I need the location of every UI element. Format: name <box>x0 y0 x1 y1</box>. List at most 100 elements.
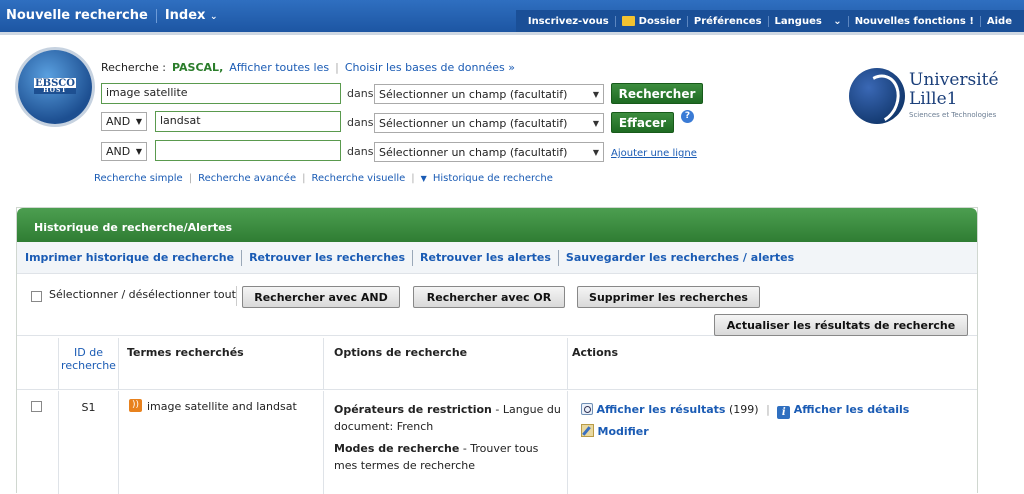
modify-link[interactable]: Modifier <box>598 425 649 438</box>
ebsco-logo[interactable]: EBSCO HOST <box>18 50 92 124</box>
select-all-label: Sélectionner / désélectionner tout <box>49 288 236 301</box>
help-link[interactable]: Aide <box>981 16 1018 27</box>
globe-icon <box>849 68 905 124</box>
history-table-header: ID de recherche Termes recherchés Option… <box>17 338 977 390</box>
search-input-2[interactable]: landsat <box>155 111 341 132</box>
field-select-value: Sélectionner un champ (facultatif) <box>379 145 568 159</box>
row-terms: image satellite and landsat <box>147 400 297 413</box>
row-terms-cell: )) image satellite and landsat <box>118 391 323 494</box>
top-nav-right: Inscrivez-vous Dossier Préférences Langu… <box>515 10 1024 32</box>
refresh-results-button[interactable]: Actualiser les résultats de recherche <box>714 314 968 336</box>
divider <box>236 286 237 306</box>
dans-label: dans <box>347 116 374 129</box>
triangle-down-icon: ▼ <box>420 174 427 183</box>
chevron-down-icon: ⌄ <box>833 15 842 27</box>
modes-label: Modes de recherche <box>334 442 460 455</box>
ebsco-logo-label: EBSCO HOST <box>34 78 76 94</box>
choose-databases-link[interactable]: Choisir les bases de données » <box>345 61 515 74</box>
divider: | <box>335 61 339 74</box>
boolean-operator-select-3[interactable]: AND ▼ <box>101 142 147 161</box>
boolean-operator-select-2[interactable]: AND ▼ <box>101 112 147 131</box>
show-all-link[interactable]: Afficher toutes les <box>229 61 329 74</box>
database-name: PASCAL, <box>171 61 224 74</box>
preferences-link[interactable]: Préférences <box>688 15 769 27</box>
visual-search-link[interactable]: Recherche visuelle <box>311 173 405 184</box>
search-modes: Recherche simple | Recherche avancée | R… <box>94 173 553 184</box>
folder-icon <box>621 16 635 26</box>
top-nav-bar: Nouvelle recherche Index ⌄ Inscrivez-vou… <box>0 0 1024 35</box>
divider: | <box>188 173 193 184</box>
search-with-or-button[interactable]: Rechercher avec OR <box>413 286 565 308</box>
advanced-search-link[interactable]: Recherche avancée <box>198 173 296 184</box>
basic-search-link[interactable]: Recherche simple <box>94 173 183 184</box>
info-icon: i <box>777 406 791 419</box>
search-input-1[interactable]: image satellite <box>101 83 341 104</box>
column-options: Options de recherche <box>323 338 567 389</box>
add-line-link[interactable]: Ajouter une ligne <box>611 148 697 159</box>
actions-line: Afficher les résultats (199) | i Affiche… <box>581 399 977 421</box>
delete-searches-button[interactable]: Supprimer les recherches <box>577 286 760 308</box>
field-select-1[interactable]: Sélectionner un champ (facultatif) ▼ <box>374 84 604 104</box>
search-modes-option: Modes de recherche - Trouver tous mes te… <box>334 440 561 474</box>
row-checkbox[interactable] <box>31 401 42 412</box>
restriction-operators: Opérateurs de restriction - Langue du do… <box>334 401 561 435</box>
field-select-value: Sélectionner un champ (facultatif) <box>379 87 568 101</box>
rss-icon[interactable]: )) <box>129 399 142 412</box>
languages-menu[interactable]: Langues ⌄ <box>769 15 849 27</box>
university-name: Université <box>909 70 999 90</box>
select-all-checkbox[interactable] <box>31 291 42 302</box>
divider <box>412 249 414 266</box>
search-database-line: Recherche : PASCAL, Afficher toutes les … <box>101 61 515 74</box>
signin-link[interactable]: Inscrivez-vous <box>522 15 616 27</box>
table-row: S1 )) image satellite and landsat Opérat… <box>17 391 977 494</box>
search-results-icon <box>581 403 593 415</box>
search-input-3[interactable] <box>155 140 341 161</box>
dropdown-arrow-icon: ▼ <box>592 89 599 99</box>
folder-link[interactable]: Dossier <box>616 15 688 27</box>
index-menu[interactable]: Index ⌄ <box>165 8 218 23</box>
divider: | <box>411 173 415 184</box>
index-label: Index <box>164 8 206 23</box>
dropdown-arrow-icon: ▼ <box>135 147 142 156</box>
row-options-cell: Opérateurs de restriction - Langue du do… <box>323 391 567 494</box>
field-select-value: Sélectionner un champ (facultatif) <box>379 116 568 130</box>
restriction-label: Opérateurs de restriction <box>334 403 492 416</box>
field-select-3[interactable]: Sélectionner un champ (facultatif) ▼ <box>374 142 604 162</box>
search-label: Recherche : <box>101 61 166 74</box>
dropdown-arrow-icon: ▼ <box>592 118 599 128</box>
show-results-link[interactable]: Afficher les résultats <box>597 403 726 416</box>
search-button[interactable]: Rechercher <box>611 83 703 104</box>
history-toolbar: Sélectionner / désélectionner tout Reche… <box>17 278 977 336</box>
divider: | <box>302 173 306 184</box>
chevron-down-icon: ⌄ <box>209 12 218 22</box>
clear-button[interactable]: Effacer <box>611 112 674 133</box>
divider: | <box>766 403 770 416</box>
retrieve-searches-link[interactable]: Retrouver les recherches <box>249 251 405 264</box>
save-searches-link[interactable]: Sauvegarder les recherches / alertes <box>566 251 794 264</box>
operator-value: AND <box>106 115 131 128</box>
divider <box>241 249 243 266</box>
languages-label: Langues <box>774 15 822 27</box>
results-count: (199) <box>728 403 759 416</box>
top-nav-left: Nouvelle recherche Index ⌄ <box>6 8 218 23</box>
show-details-link[interactable]: Afficher les détails <box>794 403 910 416</box>
new-features-link[interactable]: Nouvelles fonctions ! <box>849 15 981 27</box>
column-id[interactable]: ID de recherche <box>58 338 118 389</box>
dropdown-arrow-icon: ▼ <box>135 117 142 126</box>
history-links: Imprimer historique de recherche Retrouv… <box>17 242 977 274</box>
column-terms: Termes recherchés <box>118 338 323 389</box>
divider <box>557 249 559 266</box>
dans-label: dans <box>347 87 374 100</box>
university-city: Lille1 <box>909 89 958 109</box>
retrieve-alerts-link[interactable]: Retrouver les alertes <box>420 251 551 264</box>
help-icon[interactable]: ? <box>681 110 694 123</box>
column-actions: Actions <box>567 338 977 389</box>
search-history-link[interactable]: Historique de recherche <box>433 173 553 184</box>
new-search-link[interactable]: Nouvelle recherche <box>6 8 148 23</box>
field-select-2[interactable]: Sélectionner un champ (facultatif) ▼ <box>374 113 604 133</box>
search-with-and-button[interactable]: Rechercher avec AND <box>242 286 400 308</box>
folder-label: Dossier <box>638 15 681 27</box>
dans-label: dans <box>347 145 374 158</box>
print-history-link[interactable]: Imprimer historique de recherche <box>25 251 234 264</box>
dropdown-arrow-icon: ▼ <box>592 147 599 157</box>
